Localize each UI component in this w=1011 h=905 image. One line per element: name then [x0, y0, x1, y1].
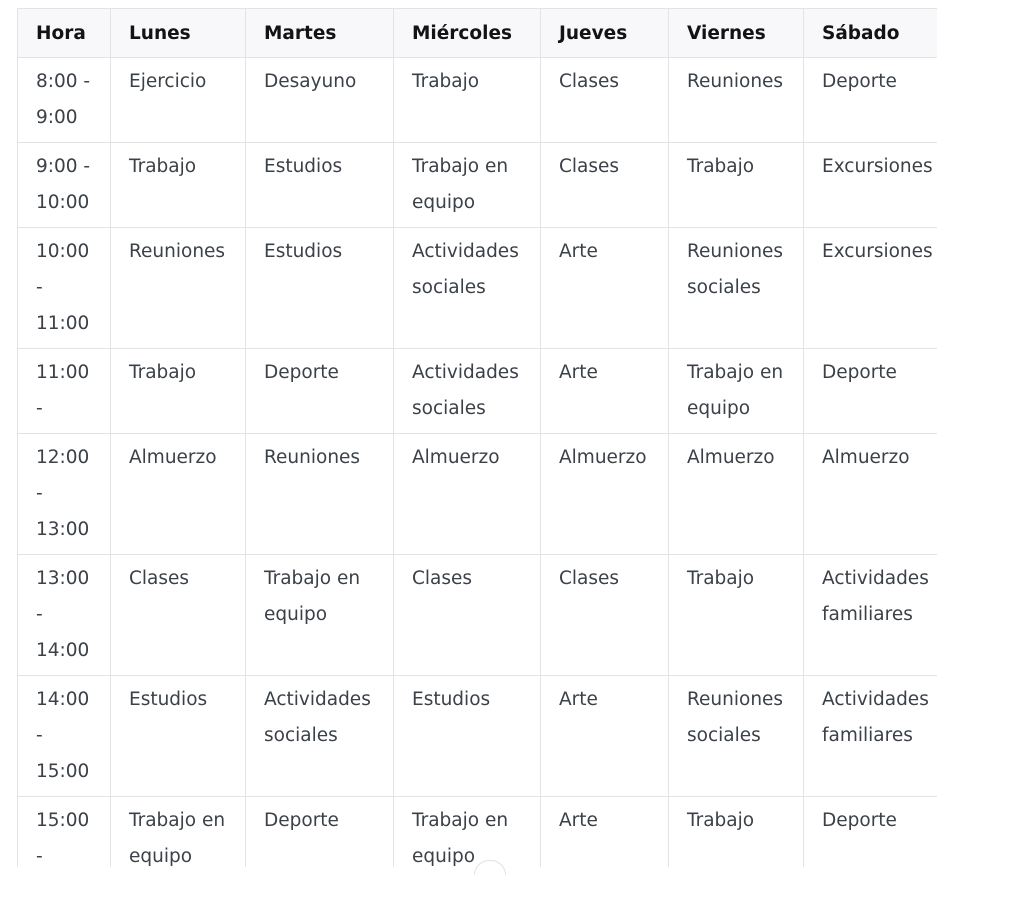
table-row: 13:00 - 14:00 Clases Trabajo en equipo C…: [17, 554, 937, 676]
schedule-table: Hora Lunes Martes Miércoles Jueves Viern…: [17, 8, 937, 867]
table-cell: Trabajo en equipo: [668, 348, 804, 434]
table-cell: Trabajo en equipo: [110, 796, 246, 867]
table-cell: Trabajo en equipo: [393, 142, 541, 228]
table-cell: Estudios: [110, 675, 246, 797]
table-cell: Actividades sociales: [393, 348, 541, 434]
column-header-miercoles: Miércoles: [393, 8, 541, 58]
table-cell: Arte: [540, 348, 669, 434]
table-cell: Excursiones: [803, 227, 937, 349]
column-header-hora: Hora: [17, 8, 111, 58]
table-cell: Reuniones: [668, 57, 804, 143]
time-cell: 8:00 - 9:00: [17, 57, 111, 143]
table-cell: Excursiones: [803, 142, 937, 228]
table-cell: Reuniones sociales: [668, 675, 804, 797]
table-row: 12:00 - 13:00 Almuerzo Reuniones Almuerz…: [17, 433, 937, 555]
table-cell: Actividades familiares: [803, 675, 937, 797]
table-cell: Actividades familiares: [803, 554, 937, 676]
table-cell: Actividades sociales: [393, 227, 541, 349]
table-cell: Deporte: [245, 348, 394, 434]
schedule-table-container[interactable]: Hora Lunes Martes Miércoles Jueves Viern…: [17, 8, 937, 867]
time-cell: 14:00 - 15:00: [17, 675, 111, 797]
table-cell: Deporte: [803, 348, 937, 434]
table-cell: Deporte: [245, 796, 394, 867]
column-header-jueves: Jueves: [540, 8, 669, 58]
column-header-lunes: Lunes: [110, 8, 246, 58]
table-cell: Trabajo: [668, 142, 804, 228]
table-cell: Almuerzo: [393, 433, 541, 555]
table-cell: Trabajo: [668, 554, 804, 676]
table-cell: Arte: [540, 675, 669, 797]
table-cell: Ejercicio: [110, 57, 246, 143]
table-header-row: Hora Lunes Martes Miércoles Jueves Viern…: [17, 8, 937, 58]
table-cell: Trabajo: [110, 142, 246, 228]
time-cell: 10:00 - 11:00: [17, 227, 111, 349]
table-cell: Trabajo: [393, 57, 541, 143]
table-cell: Estudios: [245, 142, 394, 228]
table-cell: Trabajo: [110, 348, 246, 434]
table-cell: Estudios: [393, 675, 541, 797]
table-cell: Trabajo en equipo: [245, 554, 394, 676]
time-cell: 9:00 - 10:00: [17, 142, 111, 228]
table-cell: Reuniones: [110, 227, 246, 349]
table-cell: Desayuno: [245, 57, 394, 143]
table-row: 15:00 - Trabajo en equipo Deporte Trabaj…: [17, 796, 937, 867]
table-row: 11:00 - Trabajo Deporte Actividades soci…: [17, 348, 937, 434]
time-cell: 12:00 - 13:00: [17, 433, 111, 555]
table-row: 10:00 - 11:00 Reuniones Estudios Activid…: [17, 227, 937, 349]
table-cell: Clases: [393, 554, 541, 676]
table-cell: Reuniones sociales: [668, 227, 804, 349]
table-cell: Almuerzo: [668, 433, 804, 555]
time-cell: 15:00 -: [17, 796, 111, 867]
column-header-martes: Martes: [245, 8, 394, 58]
table-cell: Arte: [540, 227, 669, 349]
table-cell: Almuerzo: [540, 433, 669, 555]
table-cell: Deporte: [803, 796, 937, 867]
table-cell: Almuerzo: [110, 433, 246, 555]
table-cell: Reuniones: [245, 433, 394, 555]
table-cell: Clases: [540, 57, 669, 143]
time-cell: 13:00 - 14:00: [17, 554, 111, 676]
table-cell: Deporte: [803, 57, 937, 143]
table-cell: Clases: [540, 554, 669, 676]
table-cell: Almuerzo: [803, 433, 937, 555]
table-cell: Clases: [110, 554, 246, 676]
table-row: 9:00 - 10:00 Trabajo Estudios Trabajo en…: [17, 142, 937, 228]
table-cell: Estudios: [245, 227, 394, 349]
time-cell: 11:00 -: [17, 348, 111, 434]
table-cell: Arte: [540, 796, 669, 867]
table-cell: Clases: [540, 142, 669, 228]
table-cell: Actividades sociales: [245, 675, 394, 797]
column-header-sabado: Sábado: [803, 8, 937, 58]
column-header-viernes: Viernes: [668, 8, 804, 58]
table-cell: Trabajo: [668, 796, 804, 867]
table-row: 8:00 - 9:00 Ejercicio Desayuno Trabajo C…: [17, 57, 937, 143]
table-row: 14:00 - 15:00 Estudios Actividades socia…: [17, 675, 937, 797]
table-cell: Trabajo en equipo: [393, 796, 541, 867]
